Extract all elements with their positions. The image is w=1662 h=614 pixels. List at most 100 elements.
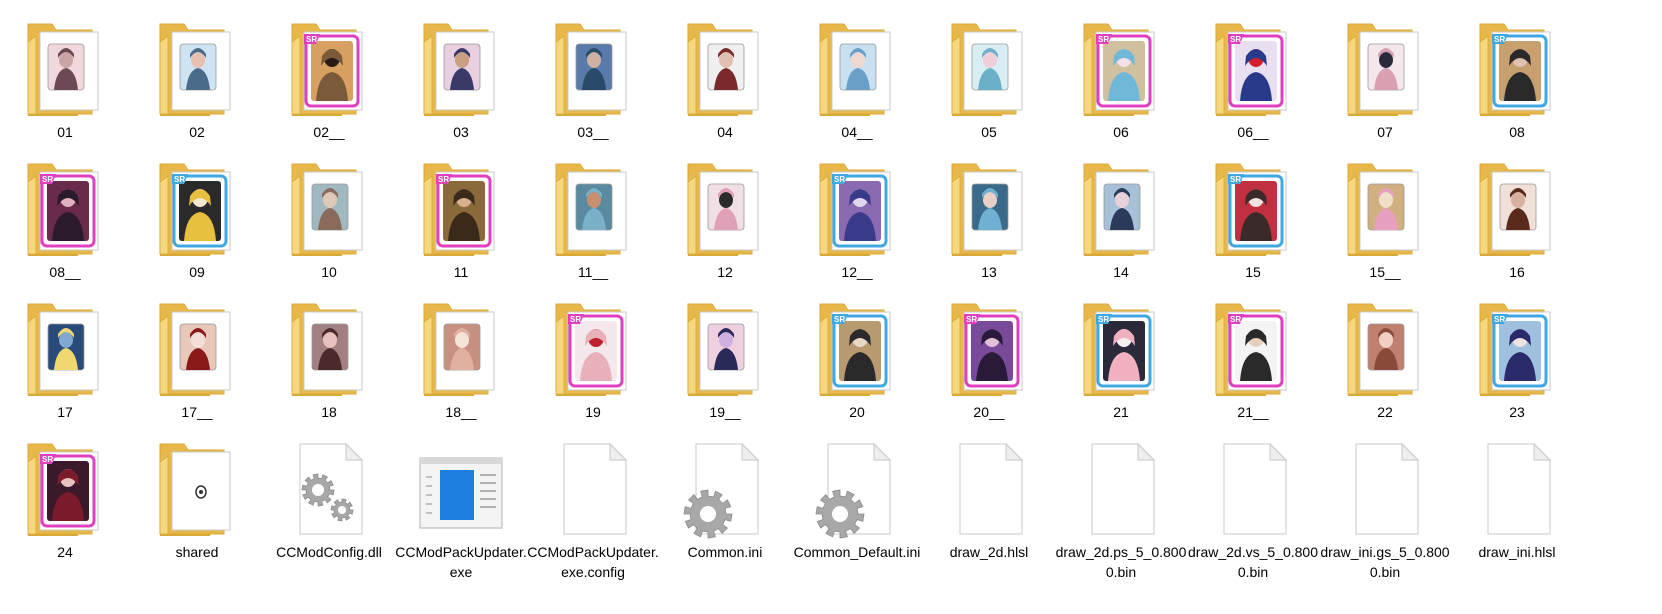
folder-thumbnail xyxy=(22,300,108,400)
folder-thumbnail xyxy=(946,160,1032,260)
folder-thumbnail xyxy=(154,300,240,400)
item-label: 07 xyxy=(1377,124,1393,140)
folder-item[interactable]: shared xyxy=(132,420,262,560)
svg-text:SR: SR xyxy=(834,175,845,184)
folder-thumbnail xyxy=(1078,160,1164,260)
folder-item[interactable]: SR 23 xyxy=(1452,280,1582,420)
folder-item[interactable]: 10 xyxy=(264,140,394,280)
folder-item[interactable]: SR 15 xyxy=(1188,140,1318,280)
file-thumbnail xyxy=(946,440,1032,540)
folder-item[interactable]: 13 xyxy=(924,140,1054,280)
folder-item[interactable]: SR 02__ xyxy=(264,0,394,140)
folder-item[interactable]: 05 xyxy=(924,0,1054,140)
item-label: draw_2d.hlsl xyxy=(949,544,1029,560)
folder-item[interactable]: SR 06 xyxy=(1056,0,1186,140)
folder-item[interactable]: 16 xyxy=(1452,140,1582,280)
file-item[interactable]: draw_ini.hlsl xyxy=(1452,420,1582,560)
folder-item[interactable]: 04__ xyxy=(792,0,922,140)
folder-item[interactable]: 19__ xyxy=(660,280,790,420)
folder-thumbnail: SR xyxy=(1210,300,1296,400)
folder-item[interactable]: 03__ xyxy=(528,0,658,140)
folder-icon xyxy=(951,163,1023,256)
svg-text:SR: SR xyxy=(1230,35,1241,44)
file-item[interactable]: Common_Default.ini xyxy=(792,420,922,560)
item-label: draw_ini.gs_5_0.8000.bin xyxy=(1320,544,1450,580)
folder-item[interactable]: 03 xyxy=(396,0,526,140)
item-label: 01 xyxy=(57,124,73,140)
folder-item[interactable]: SR 20 xyxy=(792,280,922,420)
folder-item[interactable]: 17__ xyxy=(132,280,262,420)
folder-icon xyxy=(687,23,759,116)
svg-text:SR: SR xyxy=(1494,35,1505,44)
file-item[interactable]: draw_ini.gs_5_0.8000.bin xyxy=(1320,420,1450,580)
folder-item[interactable]: SR 08 xyxy=(1452,0,1582,140)
item-label: 08__ xyxy=(49,264,81,280)
folder-thumbnail xyxy=(418,300,504,400)
folder-item[interactable]: 18__ xyxy=(396,280,526,420)
item-label: 15__ xyxy=(1369,264,1401,280)
file-thumbnail xyxy=(286,440,372,540)
item-label: 08 xyxy=(1509,124,1525,140)
folder-item[interactable]: 01 xyxy=(0,0,130,140)
item-label: draw_ini.hlsl xyxy=(1478,544,1556,560)
folder-item[interactable]: SR 09 xyxy=(132,140,262,280)
folder-icon xyxy=(687,163,759,256)
file-item[interactable]: draw_2d.hlsl xyxy=(924,420,1054,560)
folder-thumbnail: SR xyxy=(814,160,900,260)
item-label: 11__ xyxy=(577,264,609,280)
folder-thumbnail xyxy=(1474,160,1560,260)
file-item[interactable]: Common.ini xyxy=(660,420,790,560)
folder-item[interactable]: 18 xyxy=(264,280,394,420)
folder-thumbnail xyxy=(550,20,636,120)
svg-text:SR: SR xyxy=(306,35,317,44)
folder-item[interactable]: 22 xyxy=(1320,280,1450,420)
item-label: 21 xyxy=(1113,404,1129,420)
folder-thumbnail xyxy=(682,160,768,260)
file-item[interactable]: CCModPackUpdater.exe.config xyxy=(527,420,659,580)
folder-item[interactable]: 04 xyxy=(660,0,790,140)
item-label: 17__ xyxy=(181,404,213,420)
svg-text:SR: SR xyxy=(966,315,977,324)
folder-item[interactable]: 14 xyxy=(1056,140,1186,280)
item-label: 20__ xyxy=(973,404,1005,420)
file-item[interactable]: CCModConfig.dll xyxy=(264,420,394,560)
folder-item[interactable]: SR 21 xyxy=(1056,280,1186,420)
folder-item[interactable]: SR 06__ xyxy=(1188,0,1318,140)
folder-icon: SR xyxy=(27,163,99,256)
folder-icon: SR xyxy=(951,303,1023,396)
folder-item[interactable]: 12 xyxy=(660,140,790,280)
folder-thumbnail xyxy=(286,160,372,260)
folder-icon xyxy=(687,303,759,396)
folder-icon xyxy=(159,23,231,116)
folder-item[interactable]: 07 xyxy=(1320,0,1450,140)
folder-item[interactable]: SR 24 xyxy=(0,420,130,560)
folder-thumbnail: SR xyxy=(1474,300,1560,400)
document-file-icon xyxy=(563,442,628,535)
folder-thumbnail: SR xyxy=(946,300,1032,400)
svg-text:SR: SR xyxy=(1230,175,1241,184)
file-thumbnail xyxy=(682,440,768,540)
folder-icon xyxy=(951,23,1023,116)
folder-icon: SR xyxy=(159,163,231,256)
folder-item[interactable]: SR 12__ xyxy=(792,140,922,280)
folder-item[interactable]: 15__ xyxy=(1320,140,1450,280)
folder-item[interactable]: 02 xyxy=(132,0,262,140)
file-item[interactable]: CCModPackUpdater.exe xyxy=(395,420,527,580)
folder-item[interactable]: SR 11 xyxy=(396,140,526,280)
folder-item[interactable]: SR 20__ xyxy=(924,280,1054,420)
item-label: 20 xyxy=(849,404,865,420)
folder-item[interactable]: SR 08__ xyxy=(0,140,130,280)
folder-item[interactable]: 11__ xyxy=(528,140,658,280)
folder-icon: SR xyxy=(819,163,891,256)
folder-icon: SR xyxy=(1083,23,1155,116)
folder-thumbnail xyxy=(682,300,768,400)
folder-item[interactable]: SR 21__ xyxy=(1188,280,1318,420)
folder-thumbnail: SR xyxy=(22,440,108,540)
folder-item[interactable]: 17 xyxy=(0,280,130,420)
file-item[interactable]: draw_2d.ps_5_0.8000.bin xyxy=(1056,420,1186,580)
file-item[interactable]: draw_2d.vs_5_0.8000.bin xyxy=(1188,420,1318,580)
item-label: 04__ xyxy=(841,124,873,140)
folder-icon xyxy=(291,163,363,256)
folder-thumbnail xyxy=(682,20,768,120)
folder-item[interactable]: SR 19 xyxy=(528,280,658,420)
